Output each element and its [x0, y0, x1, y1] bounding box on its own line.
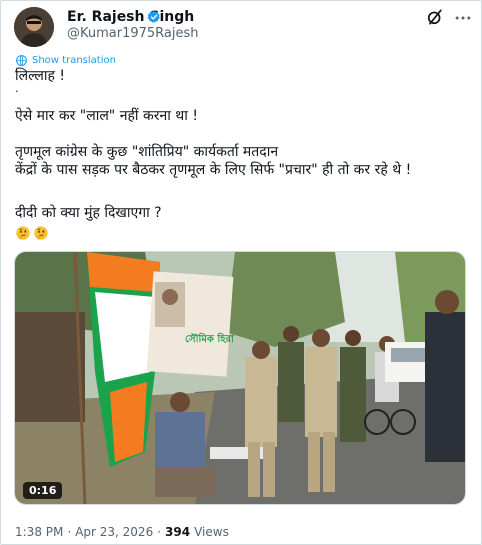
translate-globe-icon: [16, 54, 27, 66]
tweet-time[interactable]: 1:38 PM: [15, 525, 63, 539]
tweet-text-line: .: [15, 82, 19, 95]
video-player[interactable]: সৌমিক হিরা 0:16: [14, 251, 466, 505]
tweet-text-line: दीदी को क्या मुंह दिखाएगा ?: [15, 205, 162, 221]
tweet-card[interactable]: Er. Rajesh Singh @Kumar1975Rajesh Show t…: [0, 0, 482, 545]
verified-badge-icon: [147, 10, 160, 23]
show-translation-label[interactable]: Show translation: [32, 55, 116, 66]
thinking-face-emoji-icon: [34, 226, 48, 240]
avatar[interactable]: [14, 7, 54, 47]
display-name[interactable]: Er. Rajesh Singh: [67, 9, 194, 25]
user-handle[interactable]: @Kumar1975Rajesh: [67, 26, 199, 41]
views-label: Views: [194, 525, 229, 539]
meta-separator: ·: [157, 525, 162, 539]
tweet-text-line: तृणमूल कांग्रेस के कुछ "शांतिप्रिय" कार्…: [15, 144, 279, 160]
grok-icon[interactable]: [425, 7, 445, 27]
thinking-face-emoji-icon: [16, 226, 30, 240]
tweet-text-line: केंद्रों के पास सड़क पर बैठकर तृणमूल के …: [15, 162, 412, 178]
show-translation-link[interactable]: Show translation: [15, 53, 116, 67]
tweet-meta: 1:38 PM · Apr 23, 2026 · 394 Views: [15, 525, 229, 539]
meta-separator: ·: [67, 525, 72, 539]
emoji-row: [15, 225, 49, 241]
tweet-text-line: ऐसे मार कर "लाल" नहीं करना था !: [15, 108, 198, 124]
video-duration-badge: 0:16: [23, 482, 63, 499]
tweet-date[interactable]: Apr 23, 2026: [75, 525, 153, 539]
more-options-icon[interactable]: [453, 8, 473, 28]
tweet-text-line: लिल्लाह !: [15, 68, 66, 84]
views-count: 394: [165, 525, 191, 539]
video-thumbnail: সৌমিক হিরা: [15, 252, 465, 504]
poster-text: সৌমিক হিরা: [185, 332, 235, 345]
